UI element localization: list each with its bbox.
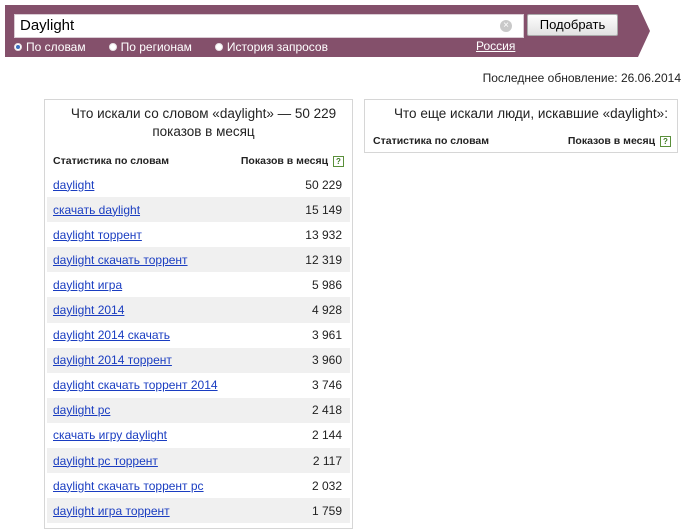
table-row: daylight 50 229	[47, 172, 350, 197]
table-row: скачать daylight 15 149	[47, 197, 350, 223]
related-searches-panel: Что еще искали люди, искавшие «daylight»…	[364, 99, 678, 153]
monthly-views: 2 418	[311, 403, 342, 418]
keyword-link[interactable]: daylight pc торрент	[53, 454, 158, 468]
table-row: daylight торрент 13 932	[47, 222, 350, 247]
search-bar-arrow	[638, 5, 650, 57]
search-input[interactable]: Daylight	[14, 14, 524, 38]
column-header-views-label: Показов в месяц	[240, 155, 329, 167]
panel-title: Что еще искали люди, искавшие «daylight»…	[394, 106, 668, 121]
mode-label: По регионам	[120, 40, 192, 54]
radio-icon	[214, 43, 223, 51]
table-row: daylight скачать торрент pc 2 032	[47, 473, 350, 498]
column-header-words: Статистика по словам	[373, 135, 489, 147]
help-icon[interactable]: ?	[333, 155, 344, 167]
keyword-link[interactable]: скачать игру daylight	[53, 428, 167, 442]
mode-label: История запросов	[226, 40, 328, 54]
word-stats-table: daylight 50 229 скачать daylight 15 149 dayl…	[47, 172, 350, 524]
radio-icon	[108, 43, 117, 51]
monthly-views: 2 144	[311, 428, 342, 443]
keyword-link[interactable]: daylight pc	[53, 403, 110, 417]
monthly-views: 12 319	[305, 252, 342, 267]
region-link[interactable]: Россия	[476, 39, 515, 53]
table-row: daylight игра 5 986	[47, 272, 350, 297]
monthly-views: 1 759	[311, 503, 342, 518]
keyword-link[interactable]: daylight 2014 торрент	[53, 353, 172, 367]
table-row: daylight скачать торрент 2014 3 746	[47, 373, 350, 398]
table-row: daylight 2014 4 928	[47, 297, 350, 323]
mode-query-history[interactable]: История запросов	[214, 40, 328, 54]
keyword-link[interactable]: daylight игра	[53, 278, 122, 292]
monthly-views: 3 960	[311, 353, 342, 368]
clear-icon[interactable]: ×	[500, 20, 512, 32]
keyword-link[interactable]: daylight скачать торрент pc	[53, 479, 204, 493]
table-row: daylight скачать торрент 12 319	[47, 247, 350, 273]
word-stats-panel: Что искали со словом «daylight» — 50 229…	[44, 99, 353, 529]
table-row: daylight pc торрент 2 117	[47, 448, 350, 474]
table-row: daylight 2014 скачать 3 961	[47, 323, 350, 348]
monthly-views: 5 986	[311, 277, 342, 292]
keyword-link[interactable]: daylight игра торрент	[53, 504, 170, 518]
monthly-views: 4 928	[311, 303, 342, 318]
monthly-views: 3 746	[311, 378, 342, 393]
table-row: daylight pc 2 418	[47, 397, 350, 423]
keyword-link[interactable]: daylight 2014	[53, 303, 124, 317]
keyword-link[interactable]: daylight 2014 скачать	[53, 328, 170, 342]
column-header-words: Статистика по словам	[53, 155, 169, 167]
keyword-link[interactable]: daylight	[53, 178, 94, 192]
keyword-link[interactable]: daylight торрент	[53, 228, 142, 242]
column-header-views: Показов в месяц ?	[241, 155, 344, 167]
table-row: daylight 2014 торрент 3 960	[47, 347, 350, 373]
table-row: daylight игра торрент 1 759	[47, 498, 350, 524]
last-updated: Последнее обновление: 26.06.2014	[482, 71, 681, 85]
monthly-views: 2 117	[312, 453, 342, 468]
monthly-views: 13 932	[305, 227, 342, 242]
column-header-views-label: Показов в месяц	[567, 135, 656, 147]
mode-by-regions[interactable]: По регионам	[108, 40, 192, 54]
column-header-views: Показов в месяц ?	[568, 135, 671, 147]
pick-button[interactable]: Подобрать	[527, 14, 618, 36]
mode-label: По словам	[26, 40, 86, 54]
table-header: Статистика по словам Показов в месяц ?	[53, 155, 344, 167]
table-row: скачать игру daylight 2 144	[47, 423, 350, 448]
keyword-link[interactable]: daylight скачать торрент 2014	[53, 378, 218, 392]
keyword-link[interactable]: скачать daylight	[53, 203, 140, 217]
search-mode-group: По словам По регионам История запросов	[14, 40, 328, 54]
monthly-views: 15 149	[305, 202, 342, 217]
monthly-views: 2 032	[311, 478, 342, 493]
table-header: Статистика по словам Показов в месяц ?	[373, 135, 671, 147]
radio-checked-icon	[14, 43, 22, 51]
panel-title: Что искали со словом «daylight» — 50 229…	[70, 106, 337, 139]
monthly-views: 3 961	[311, 328, 342, 343]
mode-by-words[interactable]: По словам	[14, 40, 86, 54]
keyword-link[interactable]: daylight скачать торрент	[53, 253, 188, 267]
help-icon[interactable]: ?	[660, 135, 671, 147]
monthly-views: 50 229	[305, 177, 342, 192]
